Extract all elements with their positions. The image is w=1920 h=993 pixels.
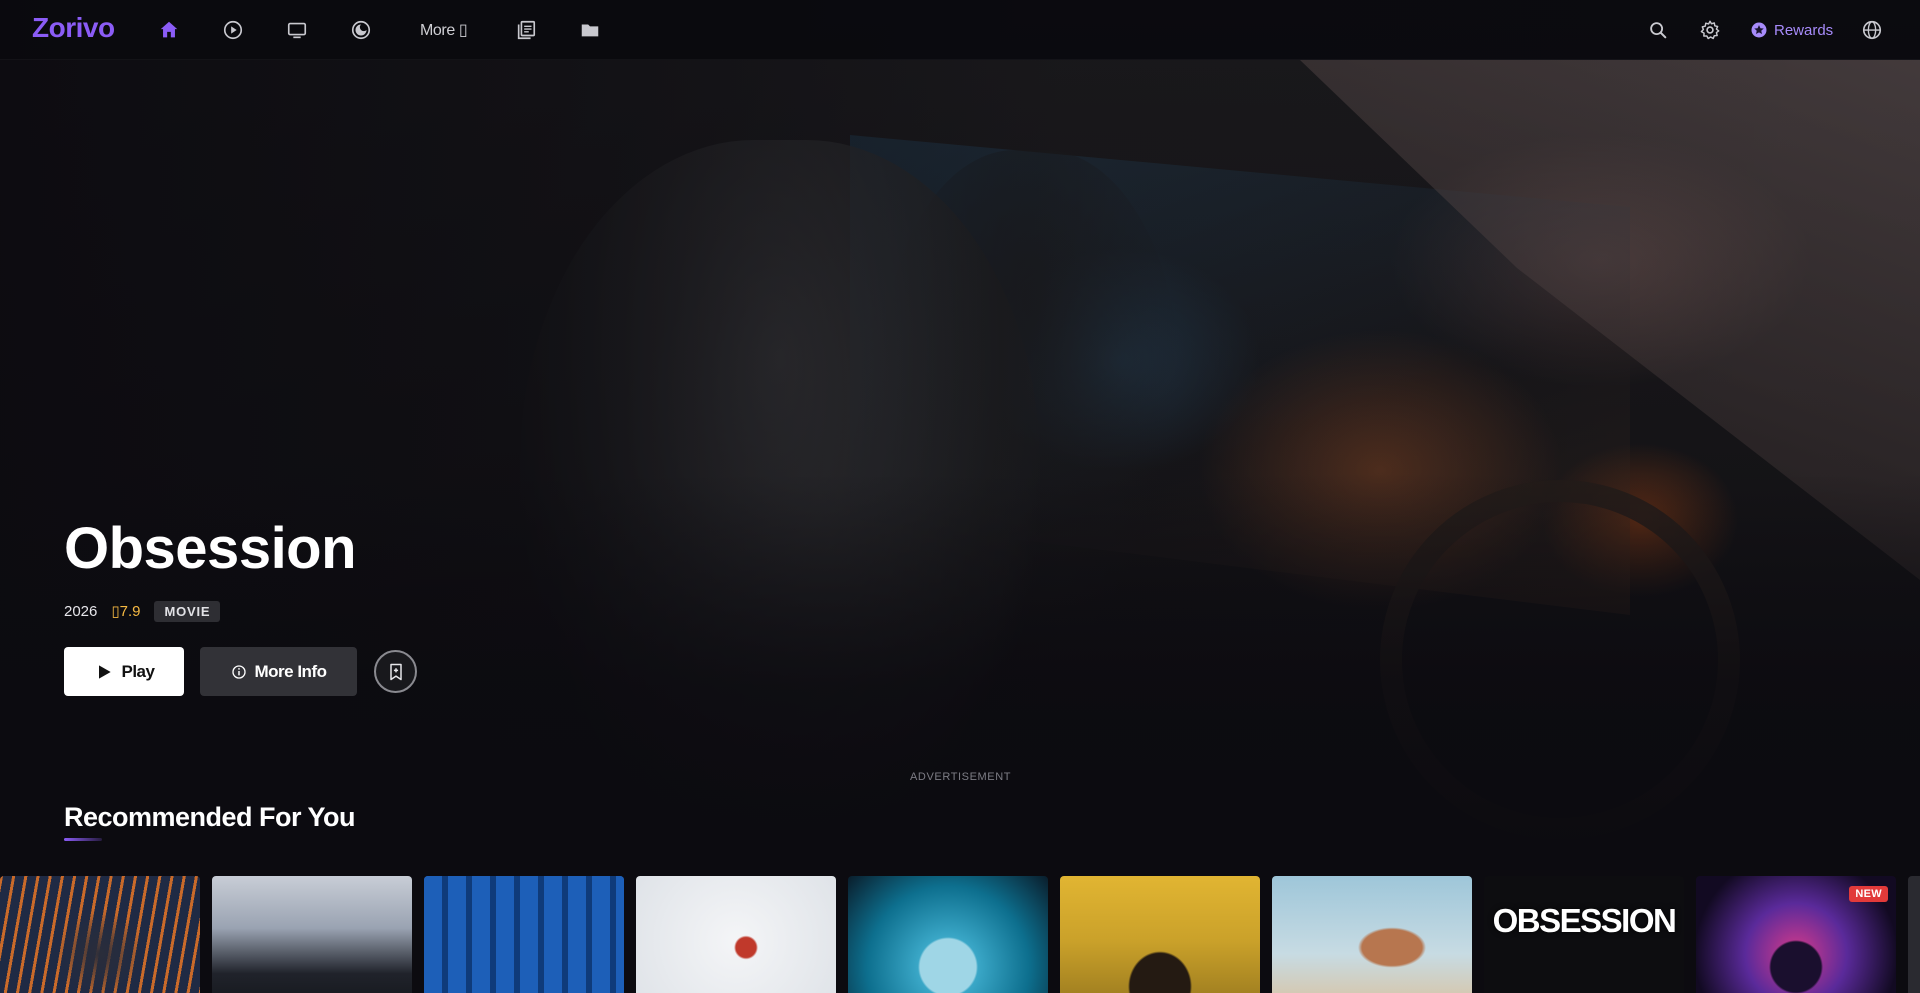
gear-icon[interactable] [1698,18,1722,42]
play-circle-icon[interactable] [221,18,245,42]
new-badge: NEW [1849,886,1888,902]
poster-1[interactable] [0,876,200,993]
rewards-button[interactable]: Rewards [1750,18,1833,42]
globe-icon[interactable] [1860,18,1884,42]
search-icon[interactable] [1646,18,1670,42]
row-title-underline [64,838,102,841]
info-icon [231,664,246,679]
poster-row: OBSESSION NEW [0,876,1920,993]
poster-2[interactable] [212,876,412,993]
star-badge-icon [1751,22,1767,38]
play-icon [98,664,111,679]
logo[interactable]: Zorivo [32,12,115,44]
bookmark-plus-icon [389,663,402,680]
add-to-watchlist-button[interactable] [374,650,417,693]
tv-icon[interactable] [285,18,309,42]
poster-7[interactable] [1272,876,1472,993]
row-title: Recommended For You [64,802,356,832]
home-icon[interactable] [157,18,181,42]
poster-4[interactable] [636,876,836,993]
poster-5[interactable] [848,876,1048,993]
poster-3[interactable] [424,876,624,993]
play-button[interactable]: Play [64,647,184,696]
poster-10-partial[interactable] [1908,876,1920,993]
type-badge: MOVIE [154,600,221,622]
top-navbar: Zorivo More ▯ Rewards [0,0,1920,60]
hero-title: Obsession [64,516,357,581]
folder-icon[interactable] [578,18,602,42]
poster-8-title: OBSESSION [1492,902,1677,939]
play-label: Play [121,661,155,681]
poster-9[interactable]: NEW [1696,876,1896,993]
library-icon[interactable] [514,18,538,42]
poster-6[interactable] [1060,876,1260,993]
release-year: 2026 [64,602,98,620]
advertisement-label: ADVERTISEMENT [910,771,1012,783]
rating: ▯7.9 [111,603,141,620]
poster-8[interactable]: OBSESSION [1484,876,1684,993]
hero-meta: 2026 ▯7.9 MOVIE [64,600,221,622]
rewards-label: Rewards [1774,21,1834,39]
more-info-label: More Info [254,661,328,681]
more-info-button[interactable]: More Info [200,647,357,696]
hero-backdrop [0,0,1920,860]
more-menu[interactable]: More ▯ [420,20,468,40]
anime-icon[interactable] [349,18,373,42]
